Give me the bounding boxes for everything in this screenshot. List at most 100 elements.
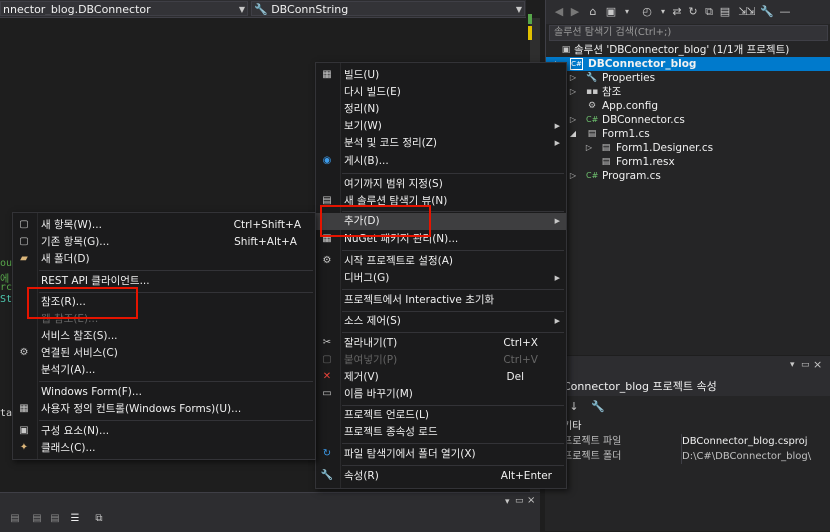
minus-icon[interactable]: —: [778, 5, 792, 19]
list-icon[interactable]: ☰: [68, 513, 82, 525]
chevron-down-icon[interactable]: ▾: [656, 5, 670, 19]
collapsed-arrow-icon[interactable]: ▷: [568, 85, 578, 99]
menu-item-unload-project[interactable]: 프로젝트 언로드(L): [316, 407, 566, 424]
tree-item-project[interactable]: ◢ C# DBConnector_blog: [546, 57, 830, 71]
solution-icon: ▣: [561, 45, 571, 55]
menu-item-publish[interactable]: ◉ 게시(B)...: [316, 153, 566, 170]
menu-item-label: 제거(V): [344, 371, 379, 383]
menu-item-set-startup[interactable]: ⚙ 시작 프로젝트로 설정(A): [316, 253, 566, 270]
tree-item-label: 참조: [602, 86, 622, 98]
menu-item-label: 프로젝트 종속성 로드: [344, 426, 438, 438]
menu-item-debug[interactable]: 디버그(G) ▶: [316, 270, 566, 287]
tree-item-label: Program.cs: [602, 170, 661, 182]
tree-item-program-cs[interactable]: ▷ C# Program.cs: [546, 169, 830, 183]
class-combo[interactable]: nnector_blog.DBConnector ▼: [0, 1, 248, 16]
menu-item-rename[interactable]: ▭ 이름 바꾸기(M): [316, 386, 566, 403]
chevron-down-icon[interactable]: ▾: [620, 5, 634, 19]
alphabetical-icon[interactable]: ↓: [567, 400, 581, 414]
tree-item-app-config[interactable]: ⚙ App.config: [546, 99, 830, 113]
back-icon[interactable]: ◀: [552, 5, 566, 19]
submenu-item-class[interactable]: ✦ 클래스(C)...: [13, 440, 315, 457]
property-value: DBConnector_blog.csproj: [682, 436, 808, 447]
collapsed-arrow-icon[interactable]: ▷: [584, 141, 594, 155]
menu-item-rebuild[interactable]: 다시 빌드(E): [316, 84, 566, 101]
tree-item-form1-designer-cs[interactable]: ▷ ▤ Form1.Designer.cs: [546, 141, 830, 155]
tree-item-references[interactable]: ▷ ▪▪ 참조: [546, 85, 830, 99]
submenu-item-analyzer[interactable]: 분석기(A)...: [13, 362, 315, 379]
preview-icon[interactable]: ⇲: [744, 5, 758, 19]
dropdown-icon[interactable]: ▾: [505, 497, 510, 507]
tree-item-dbconnector-cs[interactable]: ▷ C# DBConnector.cs: [546, 113, 830, 127]
refresh-folder-icon: ↻: [322, 448, 332, 459]
wrench-icon[interactable]: 🔧: [760, 5, 774, 19]
pin-icon[interactable]: ▭: [801, 360, 810, 370]
menu-item-load-dependencies[interactable]: 프로젝트 종속성 로드: [316, 424, 566, 441]
submenu-item-windows-form[interactable]: Windows Form(F)...: [13, 384, 315, 401]
submenu-item-new-item[interactable]: ▢ 새 항목(W)... Ctrl+Shift+A: [13, 217, 315, 234]
collapsed-arrow-icon[interactable]: ▷: [568, 71, 578, 85]
menu-item-source-control[interactable]: 소스 제어(S) ▶: [316, 313, 566, 330]
menu-separator: [39, 420, 313, 421]
tree-item-form1-cs[interactable]: ◢ ▤ Form1.cs: [546, 127, 830, 141]
collapse-all-icon[interactable]: ⧉: [702, 5, 716, 19]
solution-explorer-search-input[interactable]: 솔루션 탐색기 검색(Ctrl+;): [549, 25, 828, 41]
refresh-icon[interactable]: ↻: [686, 5, 700, 19]
menu-item-interactive-init[interactable]: 프로젝트에서 Interactive 초기화: [316, 292, 566, 309]
highlight-box-reference: [27, 287, 138, 319]
property-category[interactable]: 기타: [545, 419, 830, 434]
switch-views-icon[interactable]: ▣: [604, 5, 618, 19]
member-combo[interactable]: 🔧 DBConnString ▼: [251, 1, 525, 16]
submenu-item-user-control[interactable]: ▦ 사용자 정의 컨트롤(Windows Forms)(U)...: [13, 401, 315, 418]
tree-item-label: DBConnector_blog: [588, 58, 697, 70]
connected-service-icon: ⚙: [19, 347, 29, 358]
show-all-files-icon[interactable]: ▤: [718, 5, 732, 19]
menu-item-remove[interactable]: ✕ 제거(V) Del: [316, 369, 566, 386]
wrench-icon[interactable]: 🔧: [591, 400, 605, 414]
menu-separator: [342, 332, 564, 333]
submenu-item-connected-service[interactable]: ⚙ 연결된 서비스(C): [13, 345, 315, 362]
property-row[interactable]: 프로젝트 파일 DBConnector_blog.csproj: [545, 434, 830, 449]
menu-item-label: 디버그(G): [344, 272, 390, 284]
solution-explorer-toolbar: ◀ ▶ ⌂ ▣ ▾ ◴ ▾ ⇄ ↻ ⧉ ▤ ⇲ ⇲ 🔧 —: [546, 0, 830, 24]
tree-item-form1-resx[interactable]: ▤ Form1.resx: [546, 155, 830, 169]
toolbar-icon[interactable]: ▤: [48, 513, 62, 525]
resx-file-icon: ▤: [601, 157, 611, 167]
pin-icon[interactable]: ▭: [515, 496, 524, 506]
code-fragment: rc: [0, 282, 13, 293]
submenu-item-new-folder[interactable]: ▰ 새 폴더(D): [13, 251, 315, 268]
forward-icon[interactable]: ▶: [568, 5, 582, 19]
menu-item-paste[interactable]: ▢ 붙여넣기(P) Ctrl+V: [316, 352, 566, 369]
home-icon[interactable]: ⌂: [586, 5, 600, 19]
menu-item-open-in-explorer[interactable]: ↻ 파일 탐색기에서 폴더 열기(X): [316, 446, 566, 463]
close-icon[interactable]: ×: [813, 358, 822, 371]
menu-item-properties[interactable]: 🔧 속성(R) Alt+Enter: [316, 468, 566, 485]
toolbar-icon[interactable]: ⧉: [92, 513, 106, 525]
tree-item-solution[interactable]: ▣ 솔루션 'DBConnector_blog' (1/1개 프로젝트): [546, 43, 830, 57]
tree-item-label: Form1.Designer.cs: [616, 142, 714, 154]
user-control-icon: ▦: [19, 403, 29, 414]
menu-item-analyze[interactable]: 분석 및 코드 정리(Z) ▶: [316, 135, 566, 152]
menu-item-build[interactable]: ▦ 빌드(U): [316, 67, 566, 84]
collapsed-arrow-icon[interactable]: ▷: [568, 169, 578, 183]
sync-icon[interactable]: ⇄: [670, 5, 684, 19]
submenu-item-existing-item[interactable]: ▢ 기존 항목(G)... Shift+Alt+A: [13, 234, 315, 251]
close-icon[interactable]: ×: [527, 495, 535, 506]
tree-item-properties[interactable]: ▷ 🔧 Properties: [546, 71, 830, 85]
collapsed-arrow-icon[interactable]: ▷: [568, 113, 578, 127]
pending-changes-icon[interactable]: ◴: [640, 5, 654, 19]
menu-item-cut[interactable]: ✂ 잘라내기(T) Ctrl+X: [316, 335, 566, 352]
expanded-arrow-icon[interactable]: ◢: [568, 127, 578, 141]
property-row[interactable]: 프로젝트 폴더 D:\C#\DBConnector_blog\: [545, 449, 830, 464]
menu-item-scope-to-this[interactable]: 여기까지 범위 지정(S): [316, 176, 566, 193]
submenu-item-service-reference[interactable]: 서비스 참조(S)...: [13, 328, 315, 345]
submenu-item-component[interactable]: ▣ 구성 요소(N)...: [13, 423, 315, 440]
new-item-icon: ▢: [19, 219, 29, 230]
add-submenu: ▢ 새 항목(W)... Ctrl+Shift+A ▢ 기존 항목(G)... …: [12, 212, 316, 460]
wrench-icon: 🔧: [320, 470, 334, 481]
menu-item-view[interactable]: 보기(W) ▶: [316, 118, 566, 135]
toolbar-icon[interactable]: ▤: [8, 513, 22, 525]
dropdown-icon[interactable]: ▾: [790, 360, 795, 370]
menu-separator: [342, 465, 564, 466]
toolbar-icon[interactable]: ▤: [30, 513, 44, 525]
menu-item-clean[interactable]: 정리(N): [316, 101, 566, 118]
